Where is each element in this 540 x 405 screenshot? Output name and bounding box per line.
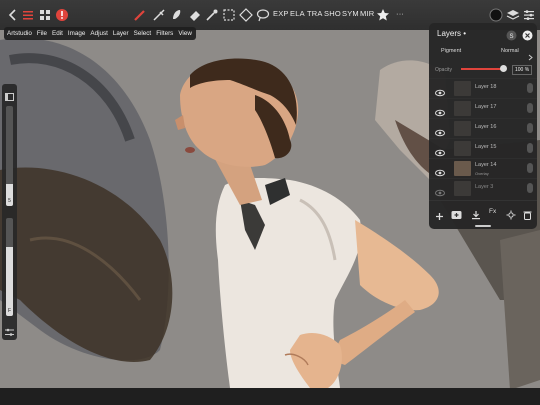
layer-toggle[interactable]	[527, 143, 533, 153]
brush-tool-icon[interactable]	[131, 6, 149, 24]
adjust-sliders-icon[interactable]	[520, 6, 538, 24]
layer-row[interactable]: Layer 15	[429, 138, 537, 158]
layer-toggle[interactable]	[527, 163, 533, 173]
layers-panel-title: Layers •	[437, 29, 467, 38]
layer-row[interactable]: Layer 16	[429, 118, 537, 138]
trash-icon[interactable]	[523, 207, 532, 225]
visibility-eye-icon[interactable]	[435, 164, 445, 177]
favorite-star-icon[interactable]	[374, 6, 392, 24]
smudge-tool-icon[interactable]	[150, 6, 168, 24]
brush-size-value: 5	[8, 198, 11, 204]
lasso-icon[interactable]	[254, 6, 272, 24]
blend-tool-icon[interactable]	[168, 6, 186, 24]
add-layer-icon[interactable]	[435, 208, 444, 226]
layer-thumbnail	[454, 141, 471, 156]
eraser-tool-icon[interactable]	[186, 6, 204, 24]
tool-ela[interactable]: ELA	[290, 9, 305, 18]
blend-chevron-icon[interactable]	[528, 48, 533, 66]
menu-view[interactable]: View	[178, 30, 192, 37]
visibility-eye-icon[interactable]	[435, 124, 445, 137]
layer-name: Layer 14	[475, 162, 497, 168]
layer-opacity-knob[interactable]	[499, 65, 507, 72]
layer-toggle[interactable]	[527, 103, 533, 113]
menu-layer[interactable]: Layer	[113, 30, 129, 37]
layer-row[interactable]: Layer 3	[429, 178, 537, 198]
layer-opacity-slider[interactable]	[461, 65, 507, 72]
pigment-mode-button[interactable]: Pigment	[441, 48, 461, 54]
menu-adjust[interactable]: Adjust	[90, 30, 108, 37]
layer-opacity-fill	[461, 68, 503, 70]
transform-icon[interactable]	[237, 6, 255, 24]
tool-sym[interactable]: SYM	[342, 9, 359, 18]
opacity-value-field[interactable]: 100 %	[512, 65, 533, 75]
layers-footer: Fx	[429, 200, 537, 230]
layer-row[interactable]: Layer 17	[429, 98, 537, 118]
layer-name: Layer 18	[475, 84, 497, 90]
layer-name: Layer 15	[475, 144, 497, 150]
layer-thumbnail	[454, 181, 471, 196]
brightness-sun-icon[interactable]	[506, 207, 516, 225]
brush-opacity-slider[interactable]: F	[6, 218, 13, 316]
layer-settings-icon[interactable]: S	[506, 28, 517, 46]
layer-toggle[interactable]	[527, 83, 533, 93]
menu-edit[interactable]: Edit	[52, 30, 63, 37]
layer-thumbnail	[454, 121, 471, 136]
brush-opacity-value: F	[7, 308, 12, 314]
layer-thumbnail	[454, 161, 471, 176]
effects-fx-icon[interactable]: Fx	[489, 208, 496, 215]
layer-name: Layer 17	[475, 104, 497, 110]
layers-panel: Layers • S Pigment Normal Opacity 100 % …	[429, 23, 537, 229]
visibility-eye-icon[interactable]	[435, 144, 445, 157]
eyedropper-icon[interactable]	[203, 6, 221, 24]
layer-blend-mode: Overlay	[475, 171, 489, 176]
layer-thumbnail	[454, 81, 471, 96]
layer-toggle[interactable]	[527, 183, 533, 193]
close-panel-icon[interactable]	[522, 28, 533, 46]
selection-rect-icon[interactable]	[220, 6, 238, 24]
layer-name: Layer 16	[475, 124, 497, 130]
visibility-eye-icon[interactable]	[435, 184, 445, 197]
layer-name: Layer 3	[475, 184, 494, 190]
add-group-icon[interactable]	[451, 207, 462, 225]
menu-filters[interactable]: Filters	[156, 30, 173, 37]
menu-file[interactable]: File	[37, 30, 47, 37]
svg-text:S: S	[510, 34, 514, 40]
layer-thumbnail	[454, 101, 471, 116]
tool-mir[interactable]: MIR	[360, 9, 374, 18]
more-options-button[interactable]: ···	[396, 9, 404, 18]
brush-settings-icon[interactable]	[5, 324, 14, 342]
color-swatch[interactable]	[487, 6, 505, 24]
brush-size-slider[interactable]: 5	[6, 106, 13, 206]
tool-sho[interactable]: SHO	[324, 9, 341, 18]
canvas-view-icon[interactable]	[5, 88, 14, 106]
tool-tra[interactable]: TRA	[307, 9, 323, 18]
opacity-label: Opacity	[435, 67, 452, 73]
main-menu-bar: Artstudio File Edit Image Adjust Layer S…	[4, 27, 196, 40]
brush-opacity-fill	[6, 247, 13, 316]
menu-image[interactable]: Image	[68, 30, 86, 37]
alert-icon[interactable]	[53, 6, 71, 24]
gallery-grid-icon[interactable]	[36, 6, 54, 24]
layer-toggle[interactable]	[527, 123, 533, 133]
blend-mode-select[interactable]: Normal	[501, 48, 519, 54]
menu-icon[interactable]	[19, 6, 37, 24]
menu-artstudio[interactable]: Artstudio	[7, 30, 32, 37]
import-download-icon[interactable]	[471, 207, 481, 225]
visibility-eye-icon[interactable]	[435, 104, 445, 117]
tool-exp[interactable]: EXP	[273, 9, 289, 18]
visibility-eye-icon[interactable]	[435, 84, 445, 97]
layer-row[interactable]: Layer 14 Overlay	[429, 158, 537, 178]
left-brush-sidebar: 5 F	[2, 84, 17, 340]
layer-row[interactable]: Layer 18	[429, 78, 537, 98]
panel-drag-handle[interactable]	[475, 225, 491, 227]
menu-select[interactable]: Select	[134, 30, 152, 37]
